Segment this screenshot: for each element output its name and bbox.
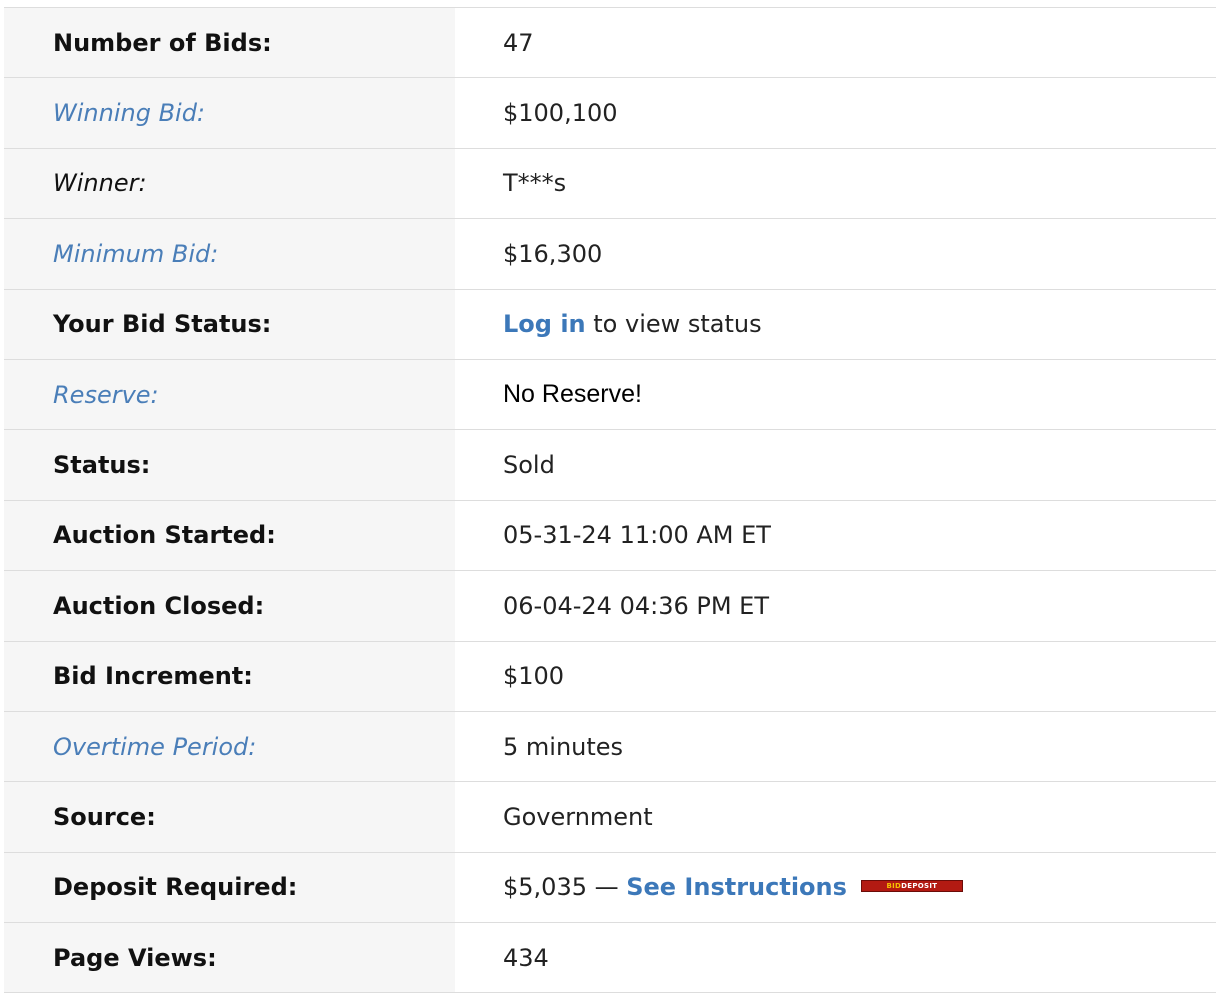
table-row: Bid Increment: $100 — [4, 641, 1216, 712]
row-value-page-views: 434 — [503, 943, 549, 972]
minimum-bid-label-link[interactable]: Minimum Bid: — [4, 218, 455, 290]
table-row: Auction Closed: 06-04-24 04:36 PM ET — [4, 570, 1216, 642]
row-value-deposit-required: $5,035 — See Instructions BIDDEPOSIT — [455, 852, 1216, 922]
table-row: Overtime Period: 5 minutes — [4, 711, 1216, 782]
bid-status-text: to view status — [585, 310, 762, 339]
row-value-status: Sold — [503, 451, 555, 480]
table-row: Reserve: No Reserve! — [4, 359, 1216, 430]
row-label-source: Source: — [4, 781, 455, 853]
deposit-amount: $5,035 — — [503, 873, 627, 902]
row-value-auction-closed: 06-04-24 04:36 PM ET — [503, 591, 769, 620]
row-value-winning-bid: $100,100 — [503, 99, 618, 128]
table-row: Source: Government — [4, 781, 1216, 853]
log-in-link[interactable]: Log in — [503, 310, 586, 338]
row-label-page-views: Page Views: — [4, 922, 455, 993]
table-row: Deposit Required: $5,035 — See Instructi… — [4, 852, 1216, 923]
table-row: Winner: T***s — [4, 148, 1216, 219]
biddeposit-logo-deposit-text: DEPOSIT — [901, 882, 938, 891]
table-row: Your Bid Status: Log in to view status — [4, 289, 1216, 360]
row-value-number-of-bids: 47 — [503, 28, 534, 57]
row-value-your-bid-status: Log in to view status — [455, 289, 1216, 359]
winning-bid-label-link[interactable]: Winning Bid: — [4, 77, 455, 149]
table-row: Winning Bid: $100,100 — [4, 77, 1216, 149]
row-label-number-of-bids: Number of Bids: — [4, 7, 455, 78]
biddeposit-logo-icon[interactable]: BIDDEPOSIT — [860, 880, 963, 893]
row-label-your-bid-status: Your Bid Status: — [4, 289, 455, 360]
row-value-bid-increment: $100 — [503, 662, 565, 691]
biddeposit-logo-bid-text: BID — [886, 882, 902, 891]
row-value-source: Government — [503, 802, 653, 831]
table-row: Number of Bids: 47 — [4, 7, 1216, 78]
table-row: Status: Sold — [4, 429, 1216, 501]
row-value-winner: T***s — [503, 169, 567, 198]
reserve-value-text: No Reserve! — [503, 380, 642, 409]
overtime-period-label-link[interactable]: Overtime Period: — [4, 711, 455, 782]
auction-details-table: Number of Bids: 47 Winning Bid: $100,100… — [4, 7, 1216, 993]
row-value-reserve: No Reserve! — [455, 359, 1216, 429]
row-label-auction-started: Auction Started: — [4, 500, 455, 571]
row-label-auction-closed: Auction Closed: — [4, 570, 455, 642]
table-row: Minimum Bid: $16,300 — [4, 218, 1216, 290]
row-label-winner: Winner: — [4, 148, 455, 219]
reserve-label-link[interactable]: Reserve: — [4, 359, 455, 430]
row-label-status: Status: — [4, 429, 455, 501]
table-row: Auction Started: 05-31-24 11:00 AM ET — [4, 500, 1216, 571]
row-value-auction-started: 05-31-24 11:00 AM ET — [503, 521, 771, 550]
row-label-bid-increment: Bid Increment: — [4, 641, 455, 712]
table-row: Page Views: 434 — [4, 922, 1216, 993]
see-instructions-link[interactable]: See Instructions — [626, 873, 847, 901]
row-label-deposit-required: Deposit Required: — [4, 852, 455, 923]
row-value-overtime-period: 5 minutes — [503, 732, 624, 761]
row-value-minimum-bid: $16,300 — [503, 239, 603, 268]
